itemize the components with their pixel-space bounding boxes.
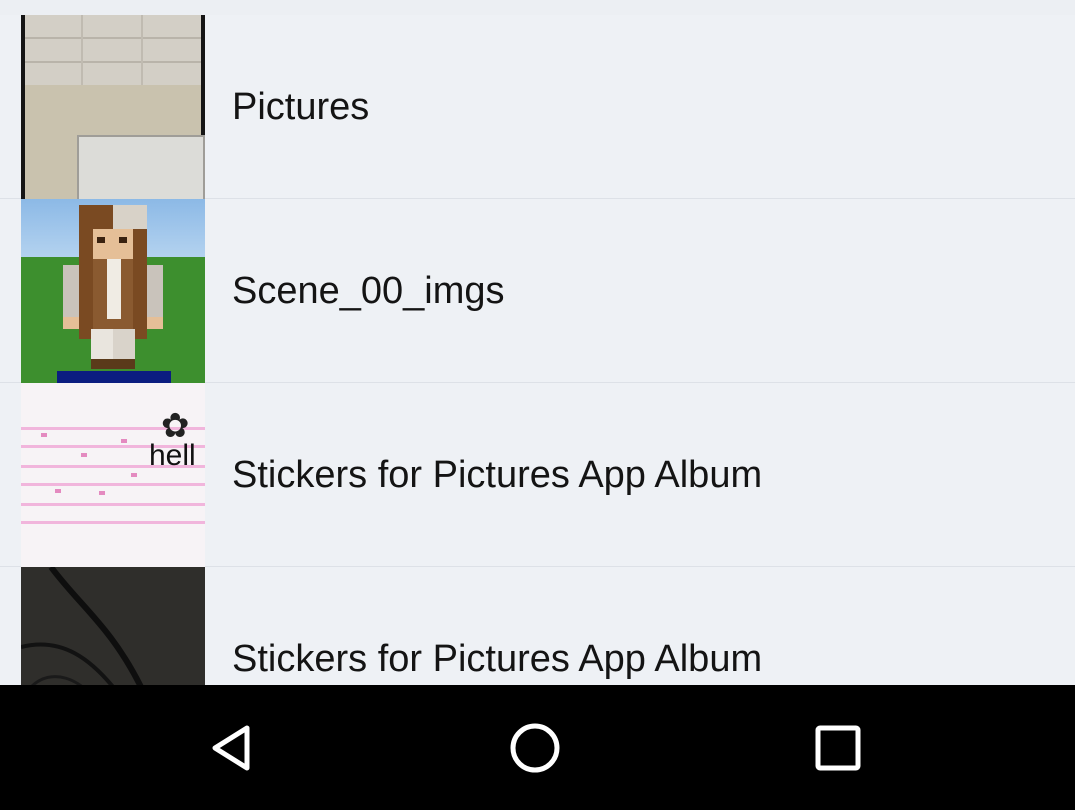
album-thumbnail: ✿ hell: [21, 383, 205, 567]
album-name: Scene_00_imgs: [232, 270, 505, 312]
album-thumbnail: [21, 567, 205, 685]
navigation-bar: [0, 685, 1075, 810]
recents-square-icon: [814, 724, 862, 772]
album-row-pictures[interactable]: Pictures: [0, 15, 1075, 199]
album-row-scene[interactable]: Scene_00_imgs: [0, 199, 1075, 383]
recents-button[interactable]: [778, 685, 898, 810]
album-name: Stickers for Pictures App Album: [232, 638, 763, 680]
album-name: Stickers for Pictures App Album: [232, 454, 763, 496]
back-triangle-icon: [207, 723, 257, 773]
home-circle-icon: [509, 722, 561, 774]
list-top-edge: [0, 0, 1075, 16]
album-thumbnail: [21, 199, 205, 383]
album-row-stickers-2[interactable]: Stickers for Pictures App Album: [0, 567, 1075, 685]
back-button[interactable]: [172, 685, 292, 810]
home-button[interactable]: [475, 685, 595, 810]
album-row-stickers[interactable]: ✿ hell Stickers for Pictures App Album: [0, 383, 1075, 567]
album-thumbnail: [21, 15, 205, 199]
album-list: Pictures Scene_00_imgs ✿ hell Stickers f…: [0, 0, 1075, 685]
album-name: Pictures: [232, 86, 370, 128]
